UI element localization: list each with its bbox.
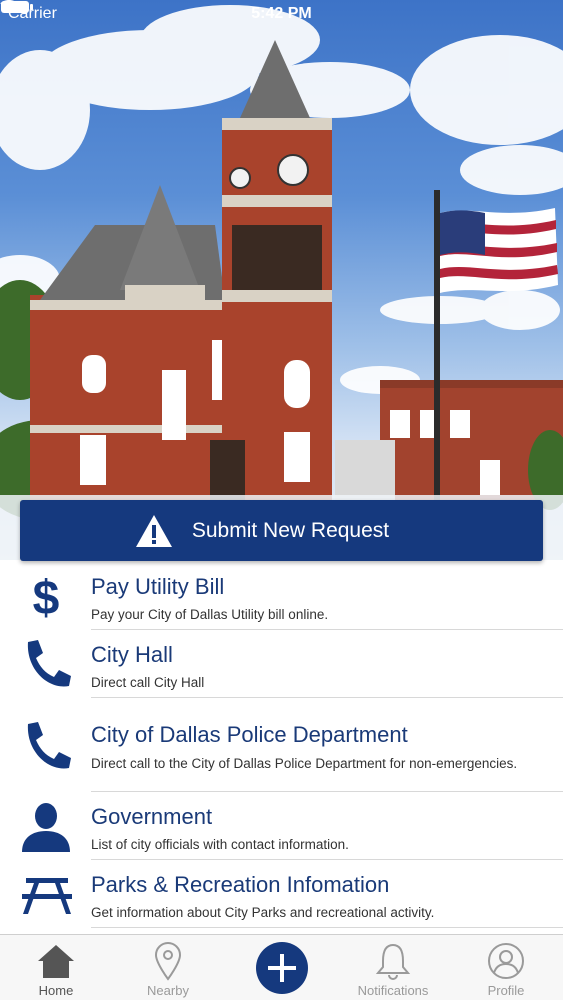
- dollar-icon: $: [33, 572, 60, 624]
- menu-item-title: Government: [91, 804, 213, 829]
- submit-label: Submit New Request: [191, 518, 390, 542]
- tab-label: Home: [38, 983, 74, 998]
- warning-triangle-icon: [135, 514, 172, 547]
- tab-label: Notifications: [357, 983, 429, 998]
- phone-icon: [27, 722, 71, 769]
- map-pin-icon: [154, 942, 182, 981]
- status-bar: Carrier 5:42 PM: [0, 0, 563, 30]
- menu-item-subtitle: Get information about City Parks and rec…: [91, 905, 435, 920]
- svg-text:$: $: [33, 572, 60, 624]
- divider: [91, 927, 563, 928]
- add-request-button[interactable]: [256, 942, 308, 994]
- menu-item-title: City Hall: [91, 642, 173, 667]
- menu-item-title: City of Dallas Police Department: [91, 722, 408, 747]
- tab-bar: Home Nearby Notifications Profile: [0, 934, 563, 1000]
- tab-label: Nearby: [147, 983, 189, 998]
- battery-icon: [1, 1, 33, 13]
- person-icon: [22, 803, 70, 852]
- tab-notifications[interactable]: Notifications: [337, 935, 449, 1000]
- menu-item-parks-recreation[interactable]: Parks & Recreation Infomation Get inform…: [0, 860, 563, 928]
- menu-item-police-department[interactable]: City of Dallas Police Department Direct …: [0, 698, 563, 792]
- menu-item-government[interactable]: Government List of city officials with c…: [0, 792, 563, 860]
- phone-icon: [27, 640, 71, 687]
- menu-item-title: Parks & Recreation Infomation: [91, 872, 390, 897]
- menu-item-subtitle: Direct call City Hall: [91, 675, 205, 690]
- tab-profile[interactable]: Profile: [450, 935, 562, 1000]
- clock-time: 5:42 PM: [251, 5, 312, 22]
- menu-item-subtitle: Direct call to the City of Dallas Police…: [91, 756, 518, 771]
- submit-new-request-button[interactable]: Submit New Request: [20, 500, 543, 561]
- menu-item-title: Pay Utility Bill: [91, 574, 225, 599]
- menu-item-city-hall[interactable]: City Hall Direct call City Hall: [0, 630, 563, 698]
- plus-icon: [268, 954, 296, 982]
- tab-label: Profile: [487, 983, 525, 998]
- tab-nearby[interactable]: Nearby: [112, 935, 224, 1000]
- picnic-table-icon: [22, 878, 72, 914]
- tab-home[interactable]: Home: [0, 935, 112, 1000]
- menu-item-pay-utility-bill[interactable]: $ Pay Utility Bill Pay your City of Dall…: [0, 562, 563, 630]
- profile-icon: [488, 943, 524, 979]
- menu-item-subtitle: Pay your City of Dallas Utility bill onl…: [91, 607, 329, 622]
- bell-icon: [375, 943, 411, 980]
- menu-item-subtitle: List of city officials with contact info…: [91, 837, 349, 852]
- hero-image: Carrier 5:42 PM: [0, 0, 563, 560]
- home-icon: [38, 945, 74, 978]
